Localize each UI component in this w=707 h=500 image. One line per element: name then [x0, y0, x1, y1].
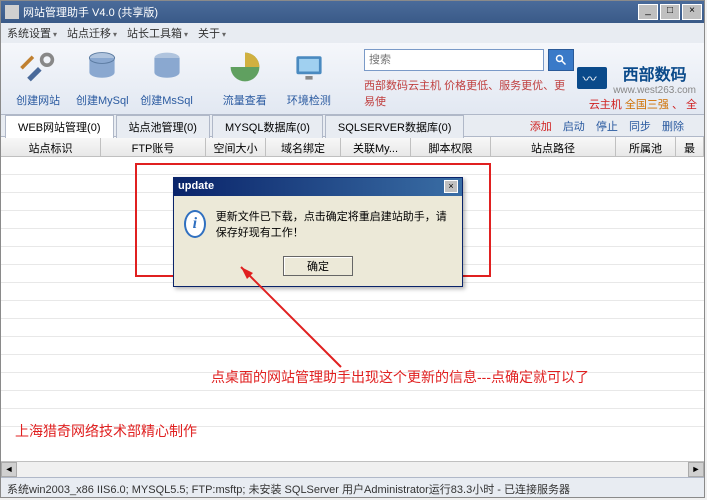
col-script[interactable]: 脚本权限: [411, 137, 491, 156]
scroll-track[interactable]: [17, 462, 688, 477]
traffic-label: 流量查看: [216, 92, 274, 108]
update-dialog: update × i 更新文件已下载，点击确定将重启建站助手，请保存好现有工作！…: [173, 177, 463, 287]
minimize-button[interactable]: _: [638, 4, 658, 20]
action-add[interactable]: 添加: [530, 121, 552, 133]
monitor-icon: [291, 49, 327, 85]
promo-text[interactable]: 西部数码云主机 价格更低、服务更优、更易使: [364, 77, 574, 109]
dialog-titlebar[interactable]: update ×: [174, 178, 462, 196]
scroll-left-button[interactable]: ◄: [1, 462, 17, 477]
menu-settings[interactable]: 系统设置: [7, 25, 57, 41]
env-check-button[interactable]: 环境检测: [280, 49, 338, 108]
action-sync[interactable]: 同步: [629, 121, 651, 133]
table-row[interactable]: [1, 301, 704, 319]
col-path[interactable]: 站点路径: [491, 137, 616, 156]
create-mssql-label: 创建MsSql: [137, 92, 195, 108]
titlebar: 网站管理助手 V4.0 (共享版) _ □ ×: [1, 1, 704, 23]
cloud-host-promo[interactable]: 云主机 全国三强 、 全: [589, 96, 697, 112]
menu-about[interactable]: 关于: [198, 25, 226, 41]
window-title: 网站管理助手 V4.0 (共享版): [23, 4, 636, 20]
tabs-row: WEB网站管理(0) 站点池管理(0) MYSQL数据库(0) SQLSERVE…: [1, 115, 704, 137]
database-icon: [84, 49, 120, 85]
brand-url: www.west263.com: [613, 85, 696, 96]
col-pool[interactable]: 所属池: [616, 137, 676, 156]
tools-icon: [20, 49, 56, 85]
grid-header: 站点标识 FTP账号 空间大小 域名绑定 关联My... 脚本权限 站点路径 所…: [1, 137, 704, 157]
search-input[interactable]: [364, 49, 544, 71]
annotation-text: 点桌面的网站管理助手出现这个更新的信息---点确定就可以了: [211, 367, 589, 387]
info-icon: i: [184, 210, 206, 238]
ok-button[interactable]: 确定: [283, 256, 353, 276]
maximize-button[interactable]: □: [660, 4, 680, 20]
watermark-text: 上海猎奇网络技术部精心制作: [15, 421, 197, 441]
create-site-button[interactable]: 创建网站: [9, 49, 67, 108]
create-mysql-button[interactable]: 创建MySql: [73, 49, 131, 108]
brand-logo-icon: [577, 67, 607, 89]
search-button[interactable]: [548, 49, 574, 71]
horizontal-scrollbar[interactable]: ◄ ►: [1, 461, 704, 477]
col-site-id[interactable]: 站点标识: [1, 137, 101, 156]
dialog-message: 更新文件已下载，点击确定将重启建站助手，请保存好现有工作！: [216, 208, 452, 240]
col-space[interactable]: 空间大小: [206, 137, 266, 156]
menubar: 系统设置 站点迁移 站长工具箱 关于: [1, 23, 704, 43]
chart-icon: [227, 49, 263, 85]
col-last[interactable]: 最: [676, 137, 704, 156]
create-site-label: 创建网站: [9, 92, 67, 108]
action-stop[interactable]: 停止: [596, 121, 618, 133]
tab-web[interactable]: WEB网站管理(0): [5, 115, 114, 138]
database-icon: [149, 49, 185, 85]
tab-mysql[interactable]: MYSQL数据库(0): [212, 115, 323, 138]
close-button[interactable]: ×: [682, 4, 702, 20]
tab-pool[interactable]: 站点池管理(0): [116, 115, 210, 138]
grid-body: update × i 更新文件已下载，点击确定将重启建站助手，请保存好现有工作！…: [1, 157, 704, 461]
app-icon: [5, 5, 19, 19]
dialog-close-button[interactable]: ×: [444, 180, 458, 193]
menu-tools[interactable]: 站长工具箱: [127, 25, 188, 41]
dialog-title-text: update: [178, 180, 444, 194]
statusbar: 系统win2003_x86 IIS6.0; MYSQL5.5; FTP:msft…: [1, 477, 704, 497]
col-ftp[interactable]: FTP账号: [101, 137, 206, 156]
create-mysql-label: 创建MySql: [73, 92, 131, 108]
table-row[interactable]: [1, 319, 704, 337]
col-mysql[interactable]: 关联My...: [341, 137, 411, 156]
create-mssql-button[interactable]: 创建MsSql: [137, 49, 195, 108]
col-domain[interactable]: 域名绑定: [266, 137, 341, 156]
action-del[interactable]: 删除: [662, 121, 684, 133]
action-start[interactable]: 启动: [563, 121, 585, 133]
menu-migrate[interactable]: 站点迁移: [67, 25, 117, 41]
brand-block: 西部数码 www.west263.com: [574, 61, 696, 96]
brand-name: 西部数码: [613, 61, 696, 85]
env-check-label: 环境检测: [280, 92, 338, 108]
tab-sqlserver[interactable]: SQLSERVER数据库(0): [325, 115, 465, 138]
table-row[interactable]: [1, 337, 704, 355]
scroll-right-button[interactable]: ►: [688, 462, 704, 477]
search-icon: [555, 54, 567, 66]
traffic-button[interactable]: 流量查看: [216, 49, 274, 108]
table-row[interactable]: [1, 391, 704, 409]
